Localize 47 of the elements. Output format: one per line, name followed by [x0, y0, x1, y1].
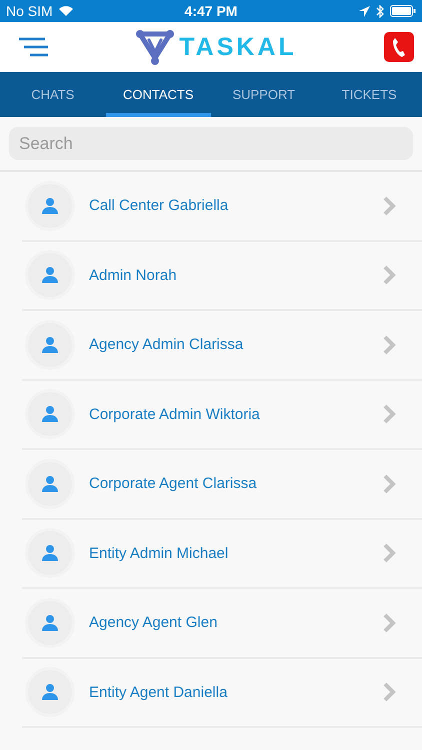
battery-icon: [390, 5, 416, 17]
carrier-label: No SIM: [6, 3, 53, 19]
avatar-icon: [28, 253, 72, 298]
phone-icon: [392, 37, 406, 57]
contact-name: Call Center Gabriella: [89, 197, 230, 214]
menu-icon[interactable]: [18, 37, 48, 57]
contact-name: Entity Agent Daniella: [89, 684, 228, 701]
contact-row[interactable]: Agency Agent Glen: [22, 589, 422, 658]
chevron-icon: [382, 403, 396, 426]
chevron-icon: [382, 194, 396, 217]
bluetooth-icon: [376, 4, 384, 18]
avatar-icon: [28, 184, 72, 228]
contact-row[interactable]: Corporate Admin Wiktoria: [22, 380, 422, 450]
avatar-icon: [28, 531, 72, 576]
avatar-icon: [28, 322, 72, 367]
chevron-icon: [382, 542, 396, 564]
contact-row[interactable]: Entity Agent Daniella: [22, 658, 422, 728]
avatar-icon: [28, 670, 72, 714]
location-icon: [359, 6, 370, 16]
chevron-icon: [382, 681, 396, 704]
contact-name: Corporate Agent Clarissa: [89, 475, 258, 492]
wifi-icon: [58, 5, 74, 17]
avatar-icon: [28, 462, 72, 506]
logo-text: TASKAL: [179, 32, 297, 62]
contact-name: Entity Admin Michael: [89, 544, 230, 562]
contact-row[interactable]: Call Center Gabriella: [22, 172, 422, 242]
contact-row[interactable]: Admin Norah: [22, 242, 422, 311]
avatar-icon: [28, 600, 72, 645]
chevron-icon: [382, 264, 396, 286]
contact-name: Agency Agent Glen: [89, 614, 218, 632]
chevron-icon: [382, 334, 396, 356]
tab[interactable]: SUPPORT: [211, 72, 316, 117]
search-field[interactable]: Search: [9, 127, 413, 160]
tab[interactable]: CHATS: [0, 72, 106, 117]
status-time: 4:47 PM: [184, 3, 238, 19]
contact-row[interactable]: Agency Admin Clarissa: [22, 311, 422, 380]
chevron-icon: [382, 612, 396, 634]
tab[interactable]: TICKETS: [316, 72, 422, 117]
contact-row[interactable]: Entity Admin Michael: [22, 520, 422, 589]
logo-icon: [135, 28, 176, 66]
contact-name: Agency Admin Clarissa: [89, 336, 244, 354]
contact-name: Corporate Admin Wiktoria: [89, 406, 261, 423]
avatar-icon: [28, 392, 72, 436]
chevron-icon: [382, 472, 396, 495]
contact-name: Admin Norah: [89, 266, 178, 284]
call-button[interactable]: [384, 32, 414, 62]
contact-row[interactable]: Corporate Agent Clarissa: [22, 450, 422, 520]
